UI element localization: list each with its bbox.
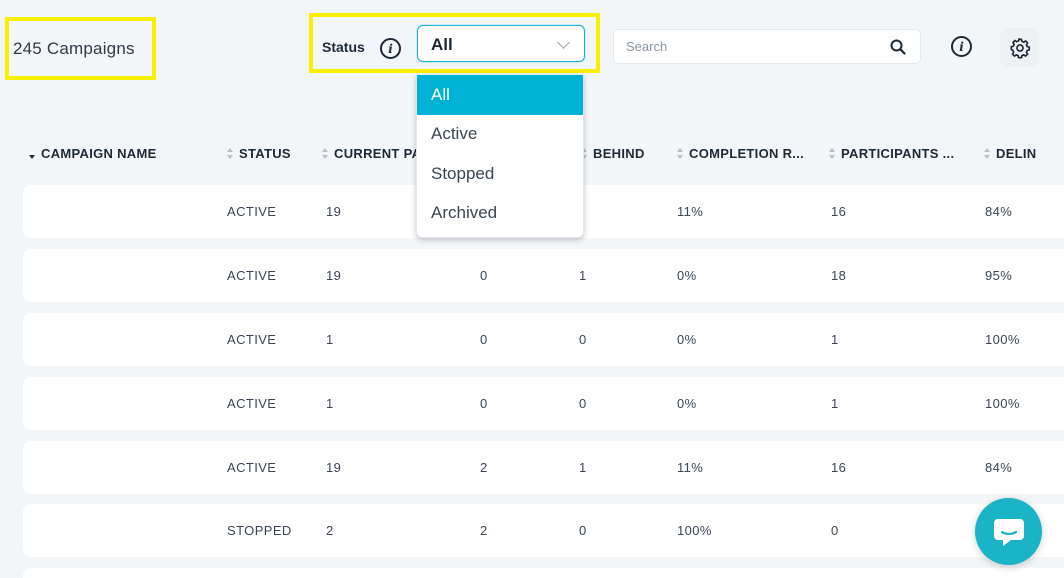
status-option-archived[interactable]: Archived bbox=[417, 194, 583, 234]
column-header-participants[interactable]: PARTICIPANTS ... bbox=[829, 146, 954, 161]
cell-completion: 11% bbox=[677, 460, 704, 475]
info-icon[interactable]: i bbox=[380, 38, 401, 59]
status-label: Status bbox=[322, 39, 365, 55]
cell-participants: 16 bbox=[831, 204, 847, 219]
cell-behind: 0 bbox=[579, 332, 587, 347]
cell-completion: 100% bbox=[677, 523, 712, 538]
cell-current: 19 bbox=[326, 460, 342, 475]
chat-button[interactable] bbox=[975, 498, 1042, 565]
cell-status: ACTIVE bbox=[227, 332, 277, 347]
column-header-delinquent[interactable]: DELIN bbox=[984, 146, 1037, 161]
cell-value: 0 bbox=[480, 396, 488, 411]
cell-current: 19 bbox=[326, 204, 342, 219]
status-option-active[interactable]: Active bbox=[417, 115, 583, 155]
settings-button[interactable] bbox=[1000, 28, 1039, 67]
table-row[interactable]: ACTIVE 1 0 0 0% 1 100% bbox=[23, 313, 1064, 366]
cell-status: ACTIVE bbox=[227, 268, 277, 283]
cell-delinquent: 100% bbox=[985, 332, 1020, 347]
cell-participants: 0 bbox=[831, 523, 839, 538]
cell-delinquent: 84% bbox=[985, 460, 1013, 475]
status-option-all[interactable]: All bbox=[417, 75, 583, 115]
status-select[interactable]: All bbox=[417, 25, 585, 62]
cell-value: 0 bbox=[480, 268, 488, 283]
cell-behind: 1 bbox=[579, 268, 587, 283]
gear-icon bbox=[1009, 37, 1030, 59]
column-header-campaign-name[interactable]: CAMPAIGN NAME bbox=[29, 146, 157, 161]
cell-status: ACTIVE bbox=[227, 396, 277, 411]
sort-icon bbox=[227, 148, 234, 159]
sort-icon bbox=[322, 148, 329, 159]
sort-icon bbox=[829, 148, 836, 159]
cell-current: 2 bbox=[326, 523, 334, 538]
cell-value: 2 bbox=[480, 523, 488, 538]
column-header-completion-rate[interactable]: COMPLETION R... bbox=[677, 146, 804, 161]
cell-delinquent: 84% bbox=[985, 204, 1013, 219]
cell-value: 2 bbox=[480, 460, 488, 475]
cell-status: STOPPED bbox=[227, 523, 292, 538]
cell-status: ACTIVE bbox=[227, 204, 277, 219]
cell-participants: 1 bbox=[831, 396, 839, 411]
table-row[interactable]: ACTIVE 1 0 0 0% 1 100% bbox=[23, 377, 1064, 430]
cell-participants: 18 bbox=[831, 268, 847, 283]
cell-delinquent: 95% bbox=[985, 268, 1013, 283]
table-row[interactable]: STOPPED 2 2 0 100% 0 bbox=[23, 504, 1064, 557]
table-row[interactable]: ACTIVE 19 0 1 0% 18 95% bbox=[23, 249, 1064, 302]
cell-participants: 16 bbox=[831, 460, 847, 475]
column-header-behind[interactable]: BEHIND bbox=[581, 146, 645, 161]
search-icon[interactable] bbox=[890, 39, 906, 55]
sort-icon bbox=[984, 148, 991, 159]
column-header-status[interactable]: STATUS bbox=[227, 146, 291, 161]
cell-current: 1 bbox=[326, 396, 334, 411]
cell-behind: 0 bbox=[579, 396, 587, 411]
cell-completion: 0% bbox=[677, 268, 697, 283]
search-box bbox=[613, 29, 921, 64]
cell-delinquent: 100% bbox=[985, 396, 1020, 411]
status-select-value: All bbox=[431, 35, 453, 54]
sort-icon bbox=[677, 148, 684, 159]
sort-icon bbox=[29, 148, 36, 159]
status-dropdown-menu: All Active Stopped Archived bbox=[416, 74, 584, 238]
table-row[interactable]: ACTIVE 19 2 1 11% 16 84% bbox=[23, 441, 1064, 494]
cell-completion: 0% bbox=[677, 332, 697, 347]
cell-current: 19 bbox=[326, 268, 342, 283]
column-header-current-participants[interactable]: CURRENT PA bbox=[322, 146, 421, 161]
status-option-stopped[interactable]: Stopped bbox=[417, 154, 583, 194]
cell-completion: 11% bbox=[677, 204, 704, 219]
table-row[interactable] bbox=[23, 568, 1064, 578]
chevron-down-icon bbox=[557, 36, 570, 49]
cell-current: 1 bbox=[326, 332, 334, 347]
cell-behind: 1 bbox=[579, 460, 587, 475]
cell-status: ACTIVE bbox=[227, 460, 277, 475]
status-filter: Status i All bbox=[309, 13, 600, 73]
info-icon[interactable]: i bbox=[951, 36, 972, 57]
cell-participants: 1 bbox=[831, 332, 839, 347]
chat-icon bbox=[993, 518, 1024, 546]
cell-behind: 0 bbox=[579, 523, 587, 538]
cell-value: 0 bbox=[480, 332, 488, 347]
search-input[interactable] bbox=[614, 30, 884, 63]
campaign-count: 245 Campaigns bbox=[5, 17, 156, 80]
cell-completion: 0% bbox=[677, 396, 697, 411]
